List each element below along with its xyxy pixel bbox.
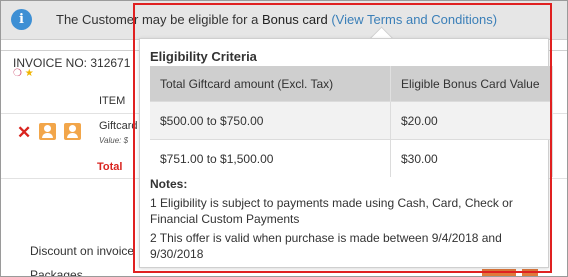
eligibility-info-bar: i The Customer may be eligible for a Bon… [1, 1, 567, 40]
person-icon[interactable] [39, 123, 56, 140]
star-icon: ★ [24, 68, 34, 79]
person-icon[interactable] [64, 123, 81, 140]
terms-link[interactable]: (View Terms and Conditions) [331, 12, 497, 27]
discount-label: Discount on invoice [30, 244, 135, 258]
packages-label: Packages [30, 268, 83, 277]
packages-button-secondary[interactable] [522, 269, 538, 276]
bonus-card-label: Bonus card [261, 12, 328, 27]
eligibility-popover: Eligibility Criteria Total Giftcard amou… [139, 38, 553, 268]
table-row: $751.00 to $1,500.00 $30.00 [150, 139, 553, 177]
column-header: Eligible Bonus Card Value [390, 66, 553, 102]
eligibility-message-text: The Customer may be eligible for a [56, 12, 259, 27]
tag-icon: ❍ [13, 68, 22, 79]
notes-heading: Notes: [150, 177, 188, 191]
item-column-header: ITEM [99, 95, 126, 107]
invoice-flags: ❍ ★ [13, 68, 34, 79]
table-header-row: Total Giftcard amount (Excl. Tax) Eligib… [150, 66, 553, 102]
popover-title: Eligibility Criteria [150, 49, 257, 64]
table-row: $500.00 to $750.00 $20.00 [150, 101, 553, 140]
table-cell: $500.00 to $750.00 [150, 101, 391, 140]
app-window: INVOICE NO: 312671 ❍ ★ ITEM ✕ Giftcard V… [0, 0, 568, 277]
packages-button[interactable] [482, 269, 516, 276]
remove-icon[interactable]: ✕ [17, 124, 31, 141]
total-label: Total [97, 161, 123, 173]
item-value: Value: $ [99, 136, 129, 145]
info-icon: i [11, 9, 32, 30]
table-cell: $30.00 [390, 139, 553, 177]
column-header: Total Giftcard amount (Excl. Tax) [150, 66, 391, 102]
table-cell: $20.00 [390, 101, 553, 140]
note-item: 2 This offer is valid when purchase is m… [150, 231, 502, 261]
item-name: Giftcard [99, 120, 138, 132]
note-item: 1 Eligibility is subject to payments mad… [150, 196, 513, 226]
eligibility-message: The Customer may be eligible for a Bonus… [56, 12, 497, 27]
eligibility-table: Total Giftcard amount (Excl. Tax) Eligib… [150, 66, 553, 177]
table-cell: $751.00 to $1,500.00 [150, 139, 391, 177]
